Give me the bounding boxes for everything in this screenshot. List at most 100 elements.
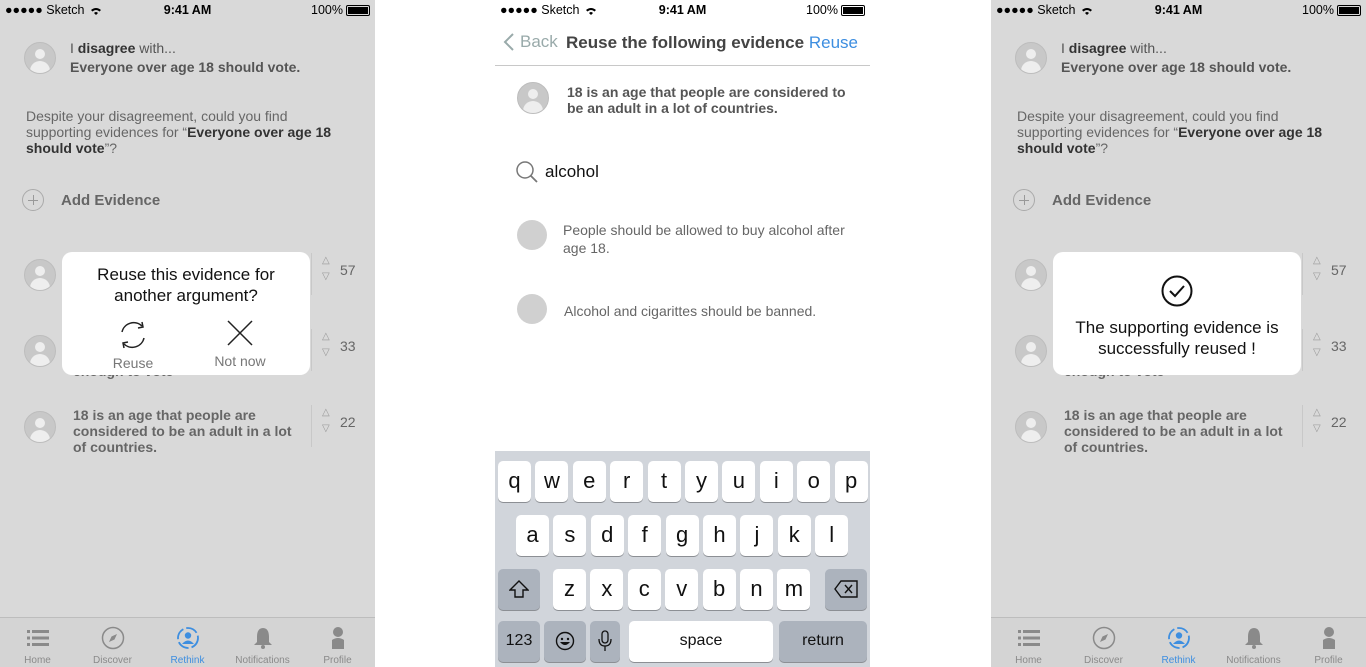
- upvote-icon: △: [1313, 331, 1321, 342]
- vote-control[interactable]: △ ▽ 33: [1302, 329, 1353, 371]
- downvote-icon: ▽: [322, 347, 330, 358]
- key-z[interactable]: z: [553, 569, 586, 610]
- shift-key[interactable]: [498, 569, 540, 610]
- tab-home[interactable]: Home: [991, 618, 1066, 667]
- key-k[interactable]: k: [777, 515, 811, 556]
- compass-icon: [1092, 626, 1116, 650]
- radio-button[interactable]: [517, 294, 547, 324]
- emoji-key[interactable]: [544, 621, 586, 662]
- downvote-icon: ▽: [322, 271, 330, 282]
- claim-stance: I disagree with...: [1061, 40, 1167, 56]
- key-l[interactable]: l: [815, 515, 849, 556]
- tab-discover[interactable]: Discover: [1066, 618, 1141, 667]
- search-result-item[interactable]: Alcohol and cigarittes should be banned.: [517, 294, 854, 324]
- avatar: [1015, 42, 1047, 74]
- vote-control[interactable]: △ ▽ 57: [1302, 253, 1353, 295]
- tab-home[interactable]: Home: [0, 618, 75, 667]
- key-m[interactable]: m: [777, 569, 811, 610]
- not-now-button[interactable]: Not now: [195, 318, 285, 369]
- tab-profile[interactable]: Profile: [300, 618, 375, 667]
- add-evidence-button[interactable]: Add Evidence: [22, 189, 160, 211]
- tab-rethink[interactable]: Rethink: [150, 618, 225, 667]
- status-bar: ●●●●● Sketch 9:41 AM 100%: [0, 0, 375, 20]
- key-d[interactable]: d: [590, 515, 624, 556]
- key-w[interactable]: w: [535, 461, 569, 502]
- search-input[interactable]: alcohol: [545, 162, 599, 182]
- vote-control[interactable]: △ ▽ 22: [311, 405, 362, 447]
- add-evidence-button[interactable]: Add Evidence: [1013, 189, 1151, 211]
- key-o[interactable]: o: [797, 461, 831, 502]
- rethink-icon: [177, 627, 199, 649]
- key-t[interactable]: t: [647, 461, 681, 502]
- upvote-icon: △: [322, 407, 330, 418]
- vote-control[interactable]: △ ▽ 33: [311, 329, 362, 371]
- key-p[interactable]: p: [834, 461, 868, 502]
- downvote-icon: ▽: [322, 423, 330, 434]
- battery-status: 100%: [806, 3, 865, 17]
- vote-count: 22: [340, 414, 356, 430]
- key-g[interactable]: g: [665, 515, 699, 556]
- close-icon: [227, 320, 253, 346]
- reuse-button[interactable]: Reuse: [88, 318, 178, 371]
- vote-control[interactable]: △ ▽ 22: [1302, 405, 1353, 447]
- downvote-icon: ▽: [1313, 347, 1321, 358]
- battery-status: 100%: [1302, 3, 1361, 17]
- dictation-key[interactable]: [590, 621, 620, 662]
- return-key[interactable]: return: [779, 621, 867, 662]
- battery-icon: [346, 4, 370, 16]
- back-button[interactable]: Back: [503, 32, 558, 52]
- battery-icon: [841, 4, 865, 16]
- downvote-icon: ▽: [1313, 423, 1321, 434]
- page-title: Reuse the following evidence: [566, 33, 805, 52]
- avatar: [1015, 259, 1047, 291]
- key-c[interactable]: c: [627, 569, 661, 610]
- key-v[interactable]: v: [665, 569, 699, 610]
- avatar: [24, 335, 56, 367]
- key-i[interactable]: i: [759, 461, 793, 502]
- backspace-icon: [834, 580, 858, 598]
- numbers-key[interactable]: 123: [498, 621, 540, 662]
- claim-statement: Everyone over age 18 should vote.: [70, 59, 301, 75]
- microphone-icon: [598, 630, 612, 651]
- radio-button[interactable]: [517, 220, 547, 250]
- status-bar: ●●●●● Sketch 9:41 AM 100%: [991, 0, 1366, 20]
- tab-notifications[interactable]: Notifications: [225, 618, 300, 667]
- person-icon: [332, 627, 344, 649]
- tab-notifications[interactable]: Notifications: [1216, 618, 1291, 667]
- key-y[interactable]: y: [685, 461, 718, 502]
- checkmark-icon: [1161, 275, 1193, 307]
- key-n[interactable]: n: [740, 569, 773, 610]
- key-b[interactable]: b: [702, 569, 736, 610]
- bell-icon: [1245, 628, 1263, 649]
- key-x[interactable]: x: [590, 569, 624, 610]
- key-e[interactable]: e: [572, 461, 606, 502]
- search-result-item[interactable]: People should be allowed to buy alcohol …: [517, 220, 853, 257]
- delete-key[interactable]: [825, 569, 867, 610]
- tab-discover[interactable]: Discover: [75, 618, 150, 667]
- list-icon: [1018, 630, 1040, 646]
- person-icon: [1323, 627, 1335, 649]
- upvote-icon: △: [322, 331, 330, 342]
- key-j[interactable]: j: [740, 515, 774, 556]
- search-field[interactable]: alcohol: [515, 160, 599, 184]
- key-f[interactable]: f: [628, 515, 662, 556]
- vote-control[interactable]: △ ▽ 57: [311, 253, 362, 295]
- key-u[interactable]: u: [722, 461, 756, 502]
- vote-count: 57: [1331, 262, 1347, 278]
- key-h[interactable]: h: [703, 515, 736, 556]
- tab-rethink[interactable]: Rethink: [1141, 618, 1216, 667]
- evidence-text: 18 is an age that people are considered …: [1064, 407, 1283, 455]
- vote-count: 57: [340, 262, 356, 278]
- tab-bar: Home Discover Rethink Notifications Prof…: [0, 617, 375, 667]
- key-r[interactable]: r: [610, 461, 644, 502]
- nav-bar: Back Reuse the following evidence Reuse: [495, 20, 870, 66]
- reuse-nav-button[interactable]: Reuse: [809, 33, 858, 53]
- key-q[interactable]: q: [498, 461, 531, 502]
- avatar: [1015, 335, 1047, 367]
- tab-profile[interactable]: Profile: [1291, 618, 1366, 667]
- key-a[interactable]: a: [516, 515, 549, 556]
- key-s[interactable]: s: [553, 515, 587, 556]
- vote-count: 33: [1331, 338, 1347, 354]
- space-key[interactable]: space: [629, 621, 773, 662]
- claim-statement: Everyone over age 18 should vote.: [1061, 59, 1292, 75]
